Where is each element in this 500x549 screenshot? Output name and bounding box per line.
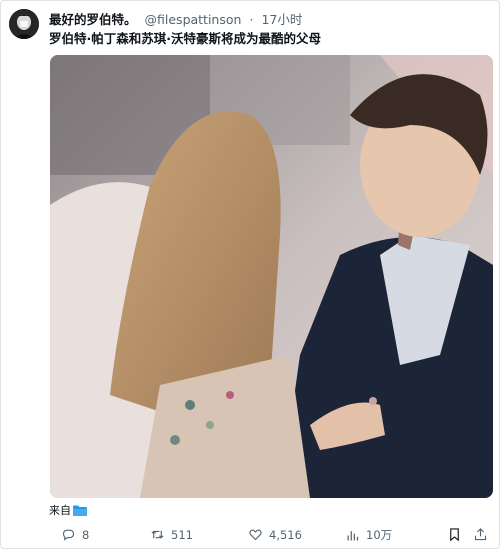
tweet-text: 罗伯特·帕丁森和苏琪·沃特豪斯将成为最酷的父母 [49,31,321,46]
share-button[interactable] [473,527,488,542]
source-label: 来自 [49,502,87,518]
bookmark-button[interactable] [447,527,462,542]
share-icon [474,528,487,541]
author-name[interactable]: 最好的罗伯特。 [49,9,137,28]
retweet-button[interactable]: 511 [150,527,193,542]
tweet-header: 最好的罗伯特。 @filespattinson · 17小时 [49,9,302,28]
author-handle[interactable]: @filespattinson [145,12,242,27]
photo [50,55,493,498]
separator: · [249,12,254,27]
tweet-card: 最好的罗伯特。 @filespattinson · 17小时 罗伯特·帕丁森和苏… [0,0,500,549]
tweet-actions: 8 511 4,516 10万 [49,527,489,547]
bookmark-icon [450,528,459,542]
reply-icon [62,529,75,541]
retweet-icon [151,530,164,539]
source-text: 来自 [49,504,71,517]
retweet-count: 511 [171,527,193,542]
reply-count: 8 [82,527,90,542]
like-count: 4,516 [269,527,302,542]
like-icon [249,529,262,541]
tweet-media-image[interactable] [50,55,493,498]
views-icon [347,530,359,540]
avatar[interactable] [9,9,39,39]
tweet-time[interactable]: 17小时 [261,9,302,28]
views-button[interactable]: 10万 [345,527,392,543]
folder-icon [73,505,87,516]
view-count: 10万 [366,528,393,542]
like-button[interactable]: 4,516 [248,527,302,542]
avatar-image [9,9,39,39]
reply-button[interactable]: 8 [61,527,89,542]
